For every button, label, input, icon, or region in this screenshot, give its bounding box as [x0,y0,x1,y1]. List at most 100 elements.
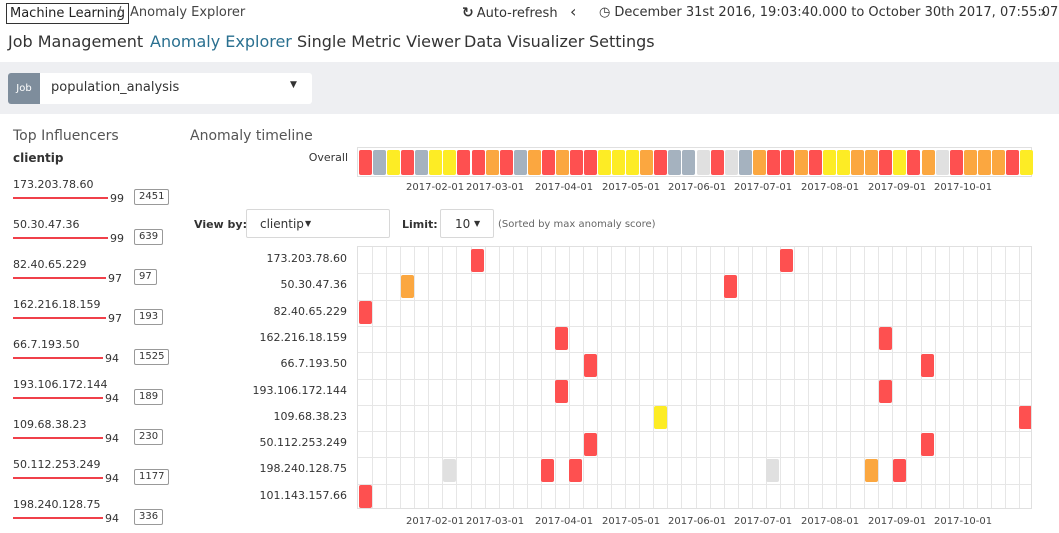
overall-cell[interactable] [598,150,612,175]
overall-cell[interactable] [584,150,597,175]
overall-cell[interactable] [499,150,513,175]
swimlane-lane-label[interactable]: 66.7.193.50 [230,357,347,370]
overall-cell[interactable] [429,150,443,175]
auto-refresh-button[interactable]: ↻ Auto-refresh [462,5,558,21]
swimlane-cell[interactable] [583,353,597,377]
swimlane-cell[interactable] [921,353,934,377]
influencer-row[interactable]: 66.7.193.50 94 1525 [13,338,170,378]
overall-cell[interactable] [949,150,963,175]
overall-cell[interactable] [457,150,471,175]
tab-anomaly-explorer[interactable]: Anomaly Explorer [150,32,292,51]
overall-cell[interactable] [373,150,387,175]
overall-cell[interactable] [541,150,555,175]
overall-cell[interactable] [640,150,654,175]
swimlane-lane-label[interactable]: 198.240.128.75 [230,462,347,475]
overall-cell[interactable] [612,150,626,175]
swimlane-lane-label[interactable]: 82.40.65.229 [230,305,347,318]
swimlane-cell[interactable] [583,432,597,456]
swimlane-cell[interactable] [892,458,906,482]
overall-cell[interactable] [851,150,865,175]
swimlane-lane-label[interactable]: 50.112.253.249 [230,436,347,449]
overall-cell[interactable] [527,150,541,175]
overall-cell[interactable] [1019,150,1033,175]
overall-cell[interactable] [443,150,457,175]
overall-cell[interactable] [415,150,429,175]
swimlane-lane-label[interactable]: 162.216.18.159 [230,331,347,344]
overall-cell[interactable] [780,150,794,175]
overall-cell[interactable] [823,150,837,175]
influencer-row[interactable]: 173.203.78.60 99 2451 [13,178,170,218]
swimlane-cell[interactable] [780,248,794,272]
influencer-row[interactable]: 198.240.128.75 94 336 [13,498,164,533]
overall-cell[interactable] [668,150,682,175]
view-by-select[interactable]: clientip ▼ [246,209,390,238]
overall-cell[interactable] [963,150,977,175]
overall-cell[interactable] [359,150,372,175]
time-range-picker[interactable]: ◷ December 31st 2016, 19:03:40.000 to Oct… [599,5,1059,20]
swimlane-cell[interactable] [471,248,484,272]
swimlane-lane-label[interactable]: 193.106.172.144 [230,384,347,397]
overall-cell[interactable] [682,150,696,175]
swimlane-cell[interactable] [569,458,583,482]
swimlane-cell[interactable] [541,458,555,482]
influencer-row[interactable]: 162.216.18.159 97 193 [13,298,164,338]
influencer-row[interactable]: 50.30.47.36 99 639 [13,218,164,258]
overall-cell[interactable] [569,150,583,175]
tab-single-metric-viewer[interactable]: Single Metric Viewer [297,32,461,51]
overall-cell[interactable] [513,150,527,175]
tab-job-management[interactable]: Job Management [8,32,143,51]
overall-cell[interactable] [977,150,991,175]
overall-cell[interactable] [794,150,808,175]
swimlane-cell[interactable] [878,327,892,351]
influencer-row[interactable]: 82.40.65.229 97 97 [13,258,163,298]
swimlane-cell[interactable] [921,432,934,456]
overall-cell[interactable] [387,150,401,175]
limit-select[interactable]: 10 ▼ [440,209,494,238]
swimlane-cell[interactable] [1019,406,1031,430]
swimlane-lane-label[interactable]: 109.68.38.23 [230,410,347,423]
swimlane-cell[interactable] [653,406,667,430]
influencer-row[interactable]: 50.112.253.249 94 1177 [13,458,170,498]
time-next-button[interactable]: › [1040,2,1046,21]
overall-cell[interactable] [1005,150,1019,175]
overall-cell[interactable] [401,150,415,175]
overall-swimlane[interactable] [357,147,1033,177]
tab-data-visualizer[interactable]: Data Visualizer [464,32,584,51]
swimlane-cell[interactable] [555,327,569,351]
overall-cell[interactable] [865,150,879,175]
swimlane-cell[interactable] [358,301,372,325]
influencer-row[interactable]: 109.68.38.23 94 230 [13,418,164,458]
swimlane-cell[interactable] [555,380,569,403]
overall-cell[interactable] [654,150,668,175]
swimlane-cell[interactable] [358,485,372,508]
overall-cell[interactable] [710,150,724,175]
time-prev-button[interactable]: ‹ [570,2,576,21]
overall-cell[interactable] [837,150,851,175]
view-by-swimlane[interactable] [357,246,1032,509]
overall-cell[interactable] [907,150,921,175]
overall-cell[interactable] [738,150,752,175]
overall-cell[interactable] [724,150,738,175]
tab-settings[interactable]: Settings [589,32,655,51]
swimlane-cell[interactable] [766,458,780,482]
overall-cell[interactable] [485,150,499,175]
swimlane-cell[interactable] [442,458,456,482]
swimlane-cell[interactable] [724,274,738,298]
overall-cell[interactable] [879,150,893,175]
overall-cell[interactable] [696,150,710,175]
influencer-row[interactable]: 193.106.172.144 94 189 [13,378,164,418]
overall-cell[interactable] [991,150,1005,175]
overall-cell[interactable] [921,150,935,175]
overall-cell[interactable] [555,150,569,175]
overall-cell[interactable] [893,150,907,175]
swimlane-cell[interactable] [864,458,878,482]
swimlane-lane-label[interactable]: 50.30.47.36 [230,278,347,291]
overall-cell[interactable] [809,150,822,175]
swimlane-cell[interactable] [878,380,892,403]
breadcrumb-machine-learning[interactable]: Machine Learning [6,3,129,24]
swimlane-lane-label[interactable]: 173.203.78.60 [230,252,347,265]
job-select[interactable]: Job population_analysis ▼ [8,73,312,104]
overall-cell[interactable] [935,150,949,175]
overall-cell[interactable] [752,150,766,175]
overall-cell[interactable] [471,150,485,175]
